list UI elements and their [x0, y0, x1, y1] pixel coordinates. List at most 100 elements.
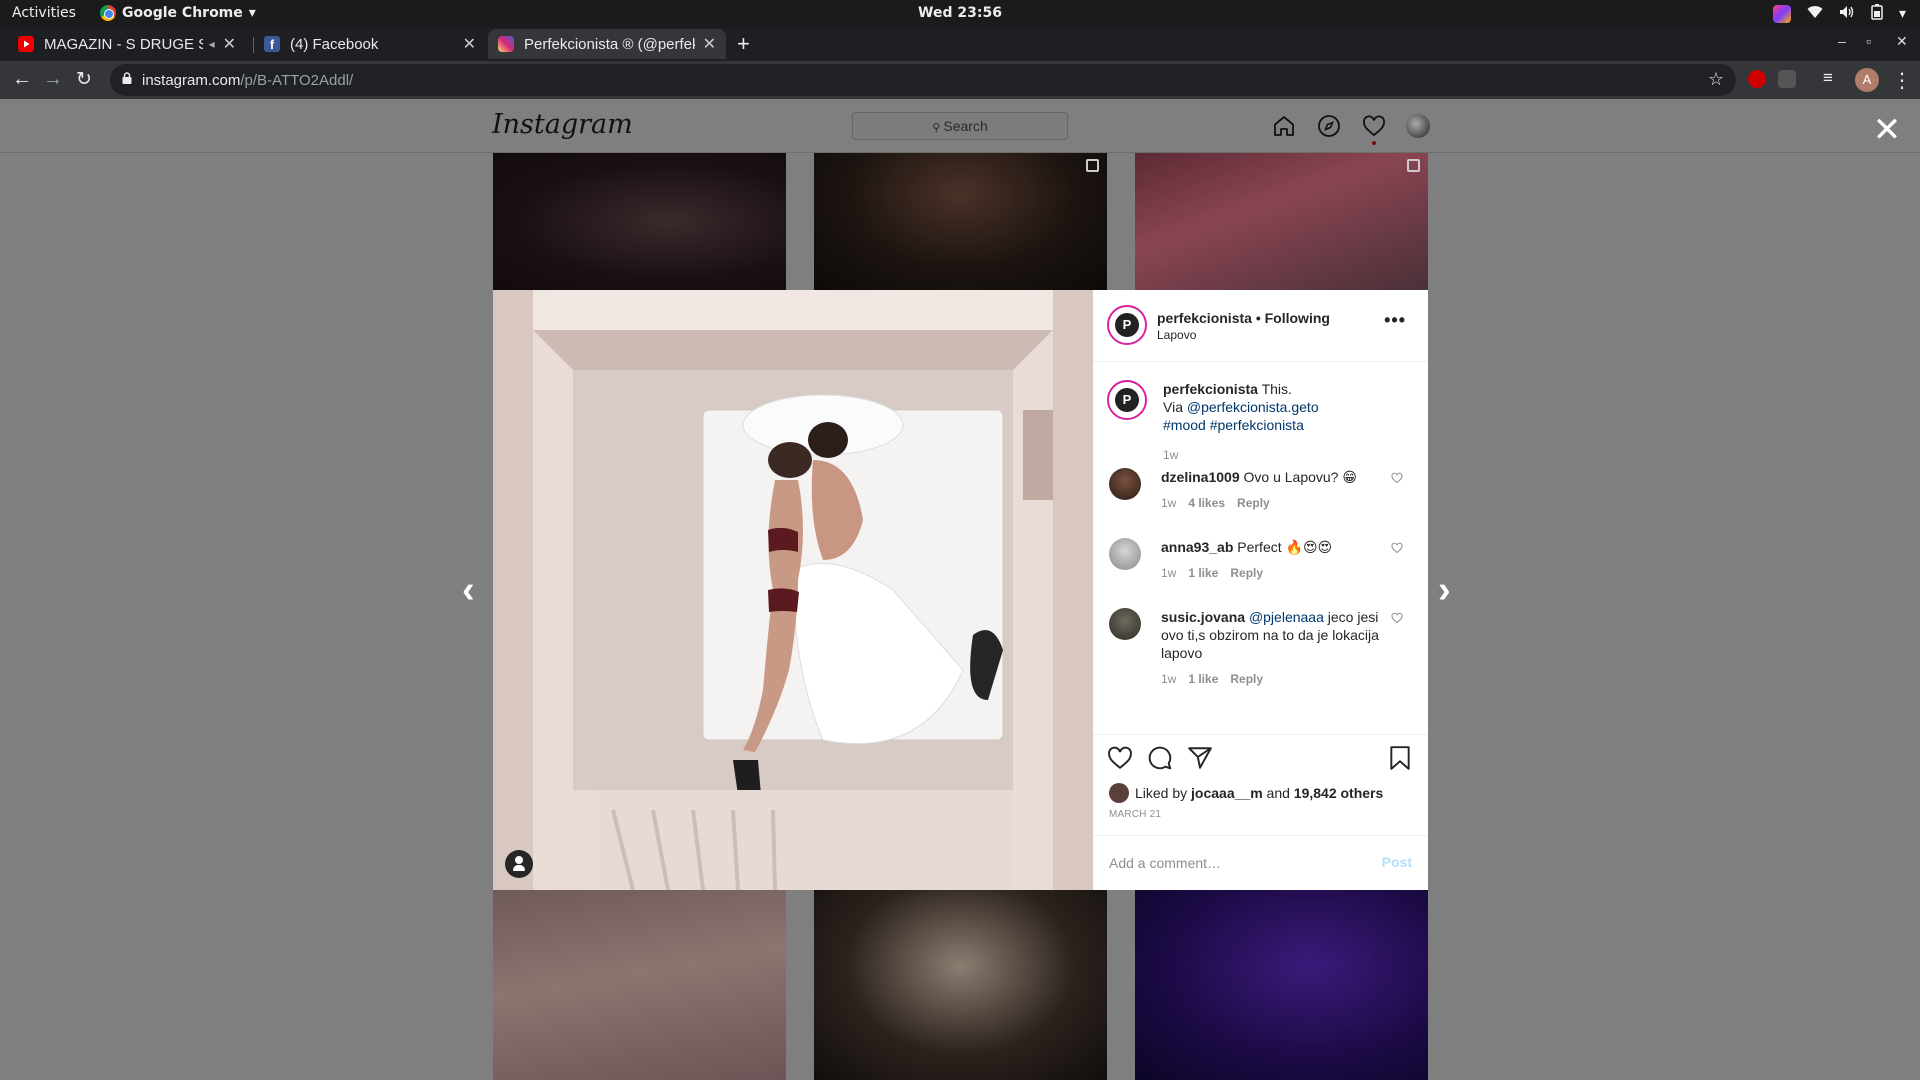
chevron-down-icon[interactable]: ▾: [1899, 6, 1906, 22]
search-input[interactable]: ⚲ Search: [852, 112, 1068, 140]
chrome-menu-icon[interactable]: ⋮: [1892, 68, 1912, 93]
share-paper-plane-icon[interactable]: [1187, 745, 1213, 771]
next-post-arrow-icon[interactable]: ›: [1438, 569, 1451, 612]
like-heart-icon[interactable]: [1107, 745, 1133, 771]
media-control-icon[interactable]: ≡: [1823, 68, 1833, 88]
tab-title: MAGAZIN - S DRUGE STRANE: [44, 35, 203, 53]
author-avatar[interactable]: [1107, 305, 1147, 345]
liker-username[interactable]: jocaaa__m: [1191, 785, 1263, 801]
post-modal: perfekcionista • Following Lapovo ••• pe…: [493, 290, 1428, 890]
caption-hashtags[interactable]: #mood #perfekcionista: [1163, 417, 1304, 433]
previous-post-arrow-icon[interactable]: ‹: [462, 569, 475, 612]
post-sidebar: perfekcionista • Following Lapovo ••• pe…: [1093, 290, 1428, 890]
close-tab-icon[interactable]: ✕: [463, 34, 476, 54]
volume-icon[interactable]: [1839, 5, 1855, 23]
close-tab-icon[interactable]: ✕: [223, 34, 236, 54]
author-avatar[interactable]: [1107, 380, 1147, 420]
commenter-avatar[interactable]: [1109, 608, 1141, 640]
clock[interactable]: Wed 23:56: [0, 5, 1920, 21]
commenter-avatar[interactable]: [1109, 468, 1141, 500]
profile-avatar-icon[interactable]: [1406, 114, 1430, 138]
tab-youtube[interactable]: MAGAZIN - S DRUGE STRANE ◂ ✕: [8, 29, 246, 59]
reply-button[interactable]: Reply: [1230, 566, 1263, 580]
comment-time[interactable]: 1w: [1161, 672, 1176, 686]
more-options-icon[interactable]: •••: [1384, 310, 1406, 331]
like-comment-heart-icon[interactable]: [1391, 542, 1403, 554]
home-icon[interactable]: [1272, 114, 1296, 138]
bookmark-star-icon[interactable]: ☆: [1708, 69, 1724, 90]
comment-bubble-icon[interactable]: [1147, 745, 1173, 771]
grid-post-thumbnail[interactable]: [814, 153, 1107, 290]
post-location[interactable]: Lapovo: [1157, 328, 1196, 342]
new-tab-button[interactable]: +: [737, 31, 750, 57]
grid-post-thumbnail[interactable]: [493, 153, 786, 290]
commenter-username[interactable]: susic.jovana: [1161, 609, 1245, 625]
explore-icon[interactable]: [1317, 114, 1341, 138]
profile-avatar[interactable]: A: [1855, 68, 1879, 92]
caption-mention-link[interactable]: @perfekcionista.geto: [1187, 399, 1319, 415]
following-button[interactable]: Following: [1265, 310, 1330, 326]
comment-input[interactable]: [1109, 851, 1349, 875]
tray-app-icon[interactable]: [1772, 5, 1791, 23]
like-comment-heart-icon[interactable]: [1391, 612, 1403, 624]
comment-mention-link[interactable]: @pjelenaaa: [1249, 609, 1324, 625]
post-header: perfekcionista • Following Lapovo •••: [1093, 290, 1428, 362]
comment-item: susic.jovana @pjelenaaa jeco jesi ovo ti…: [1109, 608, 1419, 688]
address-bar[interactable]: instagram.com/p/B-ATTO2Addl/ ☆: [110, 64, 1736, 96]
tagged-user-icon[interactable]: [505, 850, 533, 878]
close-icon[interactable]: ✕: [1872, 113, 1902, 147]
caption-time[interactable]: 1w: [1163, 448, 1178, 462]
likes-count[interactable]: 19,842 others: [1294, 785, 1384, 801]
extension-icon[interactable]: [1778, 70, 1796, 88]
instagram-logo[interactable]: Instagram: [492, 109, 633, 140]
comments-list[interactable]: perfekcionista This. Via @perfekcionista…: [1093, 362, 1428, 734]
grid-post-thumbnail[interactable]: [1135, 890, 1428, 1080]
battery-icon[interactable]: [1871, 4, 1883, 24]
liker-avatar[interactable]: [1109, 783, 1129, 803]
system-tray[interactable]: ▾: [1772, 4, 1906, 24]
author-username[interactable]: perfekcionista: [1157, 310, 1252, 326]
instagram-header: Instagram ⚲ Search ✕: [0, 99, 1920, 153]
comment-time[interactable]: 1w: [1161, 566, 1176, 580]
liked-by-line: Liked by jocaaa__m and 19,842 others: [1109, 783, 1383, 803]
comment-text: anna93_ab Perfect 🔥😍😍: [1161, 538, 1386, 556]
instagram-icon: [498, 36, 514, 52]
close-tab-icon[interactable]: ✕: [703, 34, 716, 54]
comment-item: dzelina1009 Ovo u Lapovu? 😁 1w 4 likes Rep…: [1109, 468, 1419, 518]
reload-icon[interactable]: ↻: [76, 68, 92, 91]
comment-item: anna93_ab Perfect 🔥😍😍 1w 1 like Reply: [1109, 538, 1419, 588]
post-date[interactable]: MARCH 21: [1109, 809, 1161, 820]
reply-button[interactable]: Reply: [1237, 496, 1270, 510]
system-top-bar: Activities Google Chrome ▾ Wed 23:56 ▾: [0, 0, 1920, 27]
maximize-icon[interactable]: ▫: [1866, 33, 1871, 49]
grid-post-thumbnail[interactable]: [1135, 153, 1428, 290]
post-photo[interactable]: [493, 290, 1093, 890]
commenter-username[interactable]: anna93_ab: [1161, 539, 1233, 555]
wifi-icon[interactable]: [1807, 5, 1823, 23]
tab-facebook[interactable]: f (4) Facebook ✕: [254, 29, 486, 59]
comment-likes[interactable]: 1 like: [1188, 672, 1218, 686]
grid-post-thumbnail[interactable]: [814, 890, 1107, 1080]
comment-text: dzelina1009 Ovo u Lapovu? 😁: [1161, 468, 1386, 486]
comment-likes[interactable]: 4 likes: [1188, 496, 1225, 510]
minimize-icon[interactable]: –: [1838, 33, 1846, 49]
forward-icon[interactable]: →: [43, 68, 63, 91]
lock-icon[interactable]: [122, 72, 132, 84]
like-comment-heart-icon[interactable]: [1391, 472, 1403, 484]
comment-time[interactable]: 1w: [1161, 496, 1176, 510]
commenter-avatar[interactable]: [1109, 538, 1141, 570]
activity-heart-icon[interactable]: [1362, 114, 1386, 138]
tab-instagram[interactable]: Perfekcionista ® (@perfekcionista) ✕: [488, 29, 726, 59]
audio-icon[interactable]: ◂: [209, 37, 215, 51]
caption-body: This.: [1261, 381, 1292, 397]
close-window-icon[interactable]: ✕: [1896, 33, 1908, 50]
back-icon[interactable]: ←: [12, 68, 32, 91]
post-comment-button[interactable]: Post: [1382, 854, 1412, 870]
commenter-username[interactable]: dzelina1009: [1161, 469, 1240, 485]
adblock-extension-icon[interactable]: [1748, 70, 1766, 88]
caption-username[interactable]: perfekcionista: [1163, 381, 1258, 397]
grid-post-thumbnail[interactable]: [493, 890, 786, 1080]
reply-button[interactable]: Reply: [1230, 672, 1263, 686]
comment-likes[interactable]: 1 like: [1188, 566, 1218, 580]
save-bookmark-icon[interactable]: [1387, 745, 1413, 771]
